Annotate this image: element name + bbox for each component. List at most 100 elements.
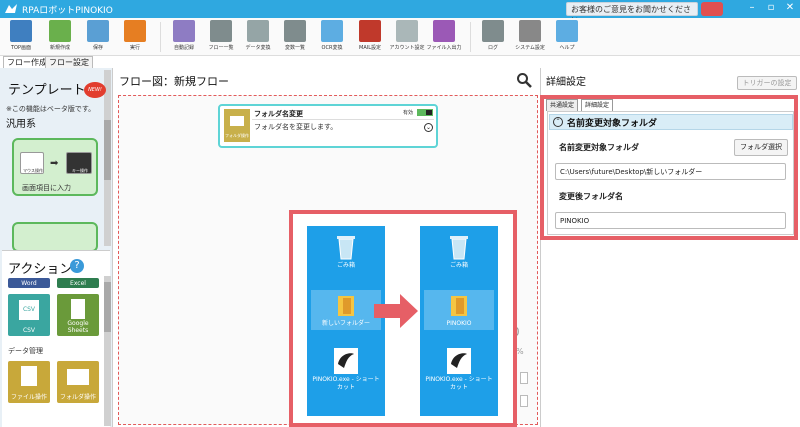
database-icon (247, 20, 269, 42)
template-card-input-screen[interactable]: マウス操作 ➡ キー操作 画面項目に入力 (12, 138, 98, 196)
folder-after: PINOKIO (424, 290, 494, 330)
folder-before: 新しいフォルダー (311, 290, 381, 330)
save-icon (87, 20, 109, 42)
title-bar: RPAロボットPINOKIO お客様のご意見をお聞かせください – ▫ ✕ (0, 0, 800, 25)
ribbon-button-3[interactable]: 実行 (117, 20, 153, 55)
ribbon-button-label: 実行 (129, 45, 140, 51)
template-card-2[interactable] (12, 222, 98, 252)
ribbon-button-12[interactable]: ログ (475, 20, 511, 55)
flow-title: フロー図：新規フロー (119, 75, 229, 88)
word-tile[interactable]: Word (8, 278, 50, 288)
template-scroll-thumb[interactable] (104, 120, 111, 180)
target-folder-input[interactable]: C:\Users\future\Desktop\新しいフォルダー (555, 163, 786, 180)
ribbon-button-14[interactable]: ヘルプ (549, 20, 585, 55)
folder-operation-tile[interactable]: フォルダ操作 (57, 361, 99, 403)
record-icon (173, 20, 195, 42)
folder-operation-icon: フォルダ操作 (224, 109, 250, 142)
tab-flow-settings[interactable]: フロー設定 (45, 56, 93, 68)
enabled-toggle[interactable] (417, 109, 433, 116)
ribbon-button-label: ログ (487, 45, 498, 51)
shortcut-before: PINOKIO.exe - ショートカット (311, 348, 381, 392)
ribbon-button-5[interactable]: フロー一覧 (203, 20, 239, 55)
ribbon-separator (160, 22, 161, 52)
shortcut-after: PINOKIO.exe - ショートカット (424, 348, 494, 392)
beta-note: ※この機能はベータ版です。 (6, 105, 96, 113)
background-box (520, 395, 528, 407)
thumbs-feedback-icon[interactable] (701, 2, 723, 16)
ribbon-button-label: MAIL設定 (359, 45, 381, 51)
folder-select-button[interactable]: フォルダ選択 (734, 139, 788, 156)
tab-common-settings[interactable]: 共通設定 (546, 99, 579, 111)
node-enabled-label: 有効 (403, 110, 414, 116)
minimize-button[interactable]: – (744, 2, 760, 13)
ribbon-button-7[interactable]: 変数一覧 (277, 20, 313, 55)
ribbon-button-label: 保存 (92, 45, 103, 51)
template-title: テンプレート (8, 83, 86, 98)
template-card-label: 画面項目に入力 (22, 184, 71, 192)
action-scroll-thumb[interactable] (104, 282, 111, 332)
arrow-right-icon: ➡ (50, 158, 59, 169)
ribbon-button-label: 変数一覧 (284, 45, 305, 51)
feedback-link[interactable]: お客様のご意見をお聞かせください (566, 2, 698, 25)
chevron-up-icon[interactable]: ⌃ (553, 117, 563, 127)
file-operation-tile[interactable]: ファイル操作 (8, 361, 50, 403)
ribbon-button-9[interactable]: MAIL設定 (352, 20, 388, 55)
ribbon-button-4[interactable]: 自動記録 (166, 20, 202, 55)
flow-node-rename-folder[interactable]: フォルダ操作 フォルダ名変更 有効 フォルダ名を変更します。 ⌄ (218, 104, 438, 148)
tab-detail-settings[interactable]: 詳細設定 (581, 99, 614, 111)
action-help-icon[interactable]: ? (70, 259, 84, 273)
ribbon-button-label: システム設定 (515, 45, 545, 51)
gear-icon (519, 20, 541, 42)
app-logo-icon (5, 4, 17, 13)
folder-icon (67, 369, 89, 385)
play-icon (124, 20, 146, 42)
csv-icon: CSV (19, 300, 39, 320)
close-button[interactable]: ✕ (782, 2, 798, 13)
home-icon (10, 20, 32, 42)
ribbon-button-0[interactable]: TOP画面 (3, 20, 39, 55)
google-sheets-tile[interactable]: Google Sheets (57, 294, 99, 336)
background-percent: % (516, 347, 524, 356)
node-name: フォルダ名変更 (254, 110, 303, 118)
new-folder-name-label: 変更後フォルダ名 (559, 192, 623, 201)
mail-icon (359, 20, 381, 42)
ribbon-button-6[interactable]: データ変換 (240, 20, 276, 55)
trash-before: ごみ箱 (311, 234, 381, 270)
maximize-button[interactable]: ▫ (763, 2, 779, 13)
trash-after: ごみ箱 (424, 234, 494, 270)
app-title: RPAロボットPINOKIO (22, 6, 113, 16)
ribbon-button-label: TOP画面 (10, 45, 31, 51)
ribbon-button-label: アカウント設定 (389, 45, 425, 51)
arrow-right-icon (374, 294, 418, 328)
data-management-title: データ管理 (8, 347, 43, 355)
tab-flow-create[interactable]: フロー作成 (3, 56, 51, 68)
csv-tile[interactable]: CSV CSV (8, 294, 50, 336)
variable-list-icon (284, 20, 306, 42)
chevron-down-icon[interactable]: ⌄ (424, 123, 433, 132)
ribbon-button-label: データ変換 (245, 45, 271, 51)
search-icon[interactable] (516, 72, 532, 88)
help-icon (556, 20, 578, 42)
ribbon-button-10[interactable]: アカウント設定 (389, 20, 425, 55)
ribbon-button-label: OCR変換 (321, 45, 343, 51)
ribbon-button-label: フロー一覧 (208, 45, 234, 51)
pinokio-shortcut-icon (447, 348, 471, 374)
new-folder-name-input[interactable]: PINOKIO (555, 212, 786, 229)
ribbon-button-8[interactable]: OCR変換 (314, 20, 350, 55)
mouse-op-label: マウス操作 (23, 168, 43, 173)
ribbon-button-1[interactable]: 新規作成 (42, 20, 78, 55)
section-title: 名前変更対象フォルダ (567, 119, 658, 129)
recycle-bin-icon (337, 236, 355, 260)
ribbon-button-11[interactable]: ファイル入出力 (426, 20, 462, 55)
target-folder-label: 名前変更対象フォルダ (559, 143, 639, 152)
folder-icon (451, 296, 467, 316)
folder-icon (338, 296, 354, 316)
log-icon (482, 20, 504, 42)
ribbon-button-2[interactable]: 保存 (80, 20, 116, 55)
account-icon (396, 20, 418, 42)
new-badge: NEW! (84, 82, 106, 98)
trigger-settings-button[interactable]: トリガーの設定 (737, 76, 797, 90)
file-io-icon (433, 20, 455, 42)
excel-tile[interactable]: Excel (57, 278, 99, 288)
ribbon-button-13[interactable]: システム設定 (512, 20, 548, 55)
